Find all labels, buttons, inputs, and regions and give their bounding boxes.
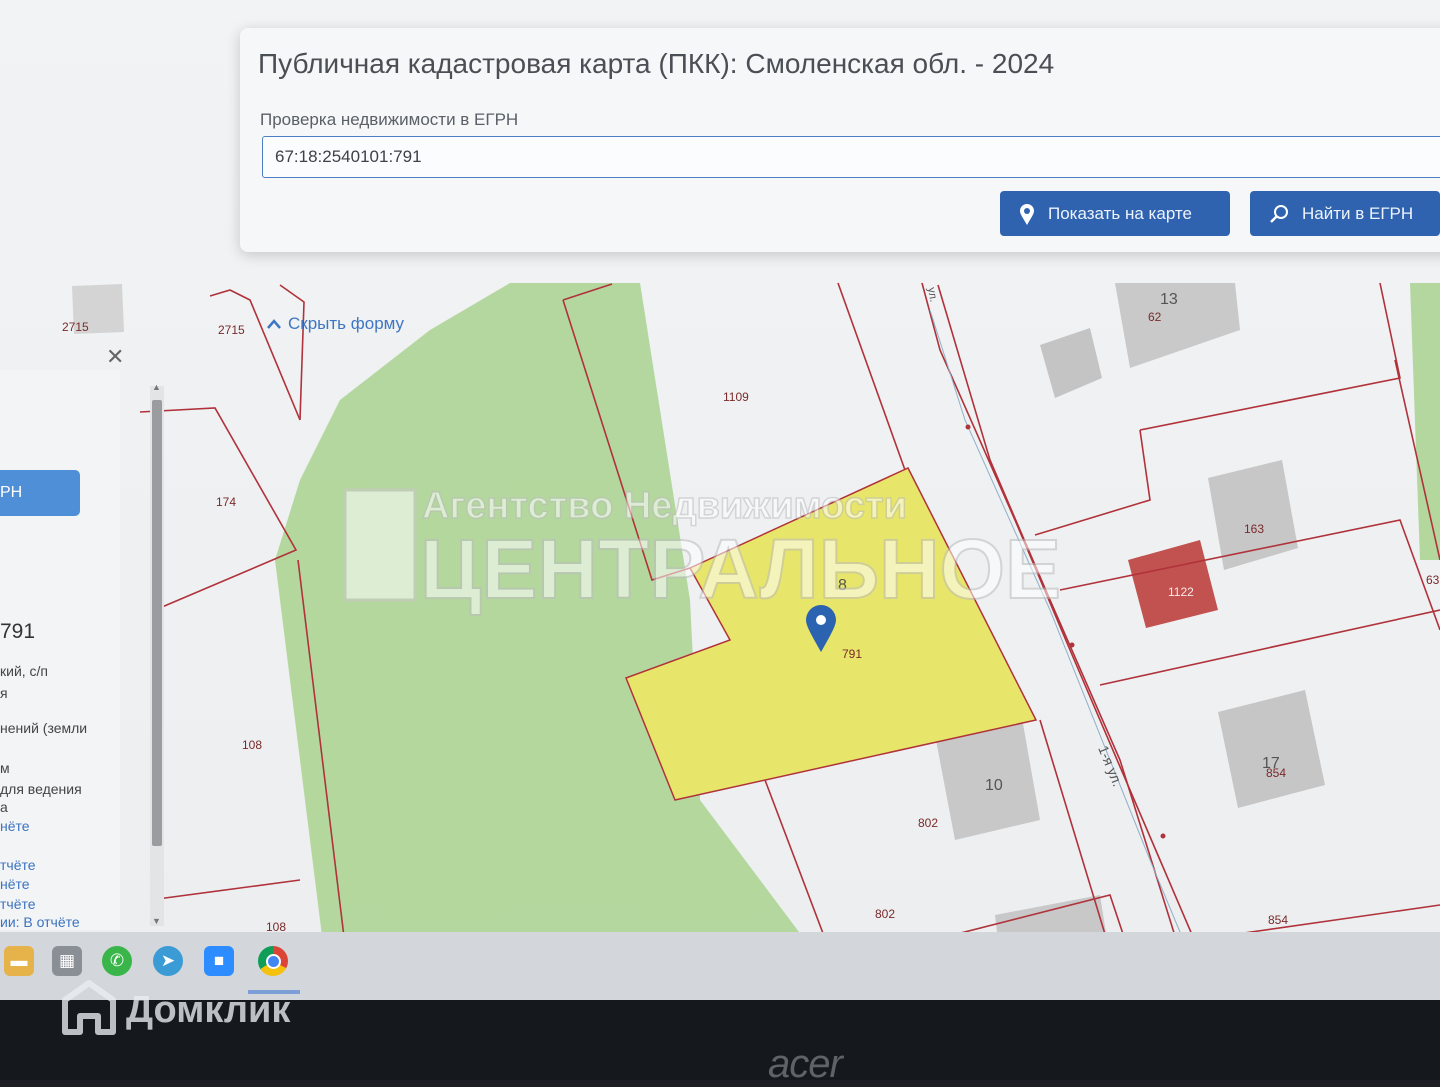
forest-strip-right xyxy=(1410,283,1440,560)
side-panel-scrollbar[interactable]: ▲ ▼ xyxy=(150,382,164,926)
scroll-down-icon[interactable]: ▼ xyxy=(152,916,161,926)
find-egrn-label: Найти в ЕГРН xyxy=(1302,203,1414,223)
field-label: Проверка недвижимости в ЕГРН xyxy=(260,110,519,129)
parcel-label: 1122 xyxy=(1168,585,1194,599)
building xyxy=(1218,690,1325,808)
parcel-label: 2715 xyxy=(218,323,245,337)
chevron-up-icon xyxy=(267,319,281,329)
info-link[interactable]: тчёте xyxy=(0,896,36,912)
agency-watermark: Агентство Недвижимости ЦЕНТРАЛЬНОЕ xyxy=(343,484,1062,617)
info-line: а xyxy=(0,799,8,815)
domclick-label: Домклик xyxy=(126,988,291,1031)
page-title: Публичная кадастровая карта (ПКК): Смоле… xyxy=(258,48,1055,79)
whatsapp-icon[interactable]: ✆ xyxy=(102,946,132,976)
boundary-point xyxy=(1069,642,1075,648)
chrome-icon[interactable] xyxy=(258,946,288,976)
boundary-point xyxy=(1160,833,1166,839)
parcel-label: 802 xyxy=(918,816,938,830)
telegram-icon[interactable]: ➤ xyxy=(153,946,183,976)
folder-icon[interactable]: ▬ xyxy=(4,946,34,976)
close-icon[interactable]: ✕ xyxy=(106,344,124,370)
street-label: ул. xyxy=(925,286,939,303)
scrollbar-thumb[interactable] xyxy=(152,400,162,846)
domclick-watermark: Домклик xyxy=(62,980,290,1040)
info-line: нёте xyxy=(0,818,30,834)
show-on-map-button[interactable]: Показать на карте xyxy=(1000,191,1230,236)
parcel-label: 163 xyxy=(1244,522,1264,536)
parcel-label: 62 xyxy=(1148,310,1162,324)
parcel-label: 802 xyxy=(875,907,895,921)
zoom-icon[interactable]: ■ xyxy=(204,946,234,976)
domclick-logo-icon xyxy=(62,980,116,1035)
screen: 2715 2715 1109 174 108 108 791 802 802 8… xyxy=(0,0,1440,1000)
search-icon xyxy=(1270,204,1288,223)
key-logo-icon xyxy=(343,488,417,602)
house-number: 13 xyxy=(1160,291,1178,308)
map-pin-icon xyxy=(1020,203,1034,225)
info-line: я xyxy=(0,685,8,701)
parcel-label: 174 xyxy=(216,495,236,509)
info-link[interactable]: ии: В отчёте xyxy=(0,914,80,930)
scroll-up-icon[interactable]: ▲ xyxy=(152,382,161,392)
info-line: м xyxy=(0,760,10,776)
house-number: 10 xyxy=(985,777,1003,794)
search-panel: Публичная кадастровая карта (ПКК): Смоле… xyxy=(240,28,1440,252)
laptop-brand-logo: acer xyxy=(768,1042,843,1086)
side-egrn-button[interactable]: РН xyxy=(0,470,80,516)
parcel-label: 854 xyxy=(1268,913,1288,927)
parcel-label-selected: 791 xyxy=(842,647,862,661)
object-number: 791 xyxy=(0,620,36,643)
info-link[interactable]: нёте xyxy=(0,876,30,892)
hide-form-link[interactable]: Скрыть форму xyxy=(266,314,404,334)
building xyxy=(1040,328,1102,398)
parcel-label: 108 xyxy=(242,738,262,752)
watermark-line1: Агентство Недвижимости xyxy=(422,485,907,527)
show-on-map-label: Показать на карте xyxy=(1048,203,1192,223)
info-line: нений (земли xyxy=(0,720,88,736)
boundary-point xyxy=(965,424,971,430)
cadastral-number-input[interactable] xyxy=(262,136,1440,178)
house-number: 17 xyxy=(1262,755,1280,772)
building-red xyxy=(1128,540,1218,628)
store-icon[interactable]: ▦ xyxy=(52,946,82,976)
watermark-line2: ЦЕНТРАЛЬНОЕ xyxy=(420,522,1061,616)
parcel-label: 2715 xyxy=(62,320,89,334)
parcel-label: 63 xyxy=(1426,573,1440,587)
parcel-label: 1109 xyxy=(723,390,749,404)
building xyxy=(1208,460,1298,570)
info-line: кий, с/п xyxy=(0,663,49,679)
find-egrn-button[interactable]: Найти в ЕГРН xyxy=(1250,191,1440,236)
info-link[interactable]: тчёте xyxy=(0,857,36,873)
info-line: для ведения xyxy=(0,781,82,797)
hide-form-label: Скрыть форму xyxy=(288,314,405,333)
object-info-panel xyxy=(0,370,120,930)
